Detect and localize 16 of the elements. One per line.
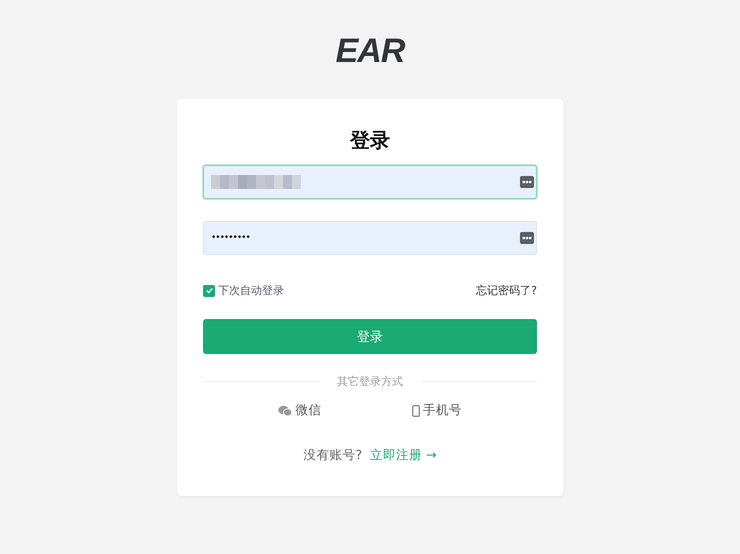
register-prompt: 没有账号? [303,447,362,464]
username-field[interactable] [203,165,537,199]
phone-login-link[interactable]: 手机号 [412,402,462,419]
remember-checkbox[interactable] [203,284,215,296]
remember-label: 下次自动登录 [218,283,284,298]
divider-label: 其它登录方式 [337,374,403,389]
password-manager-icon[interactable] [520,175,534,189]
logo: EAR [336,32,404,70]
login-title: 登录 [350,127,390,153]
password-field[interactable]: ••••••••• [203,221,537,255]
wechat-login-link[interactable]: 微信 [278,402,322,419]
password-manager-icon[interactable] [520,231,534,245]
chat-bubbles-icon [278,404,292,416]
phone-icon [412,404,420,416]
forgot-password-link[interactable]: 忘记密码了? [476,283,537,298]
masked-password: ••••••••• [211,233,250,243]
